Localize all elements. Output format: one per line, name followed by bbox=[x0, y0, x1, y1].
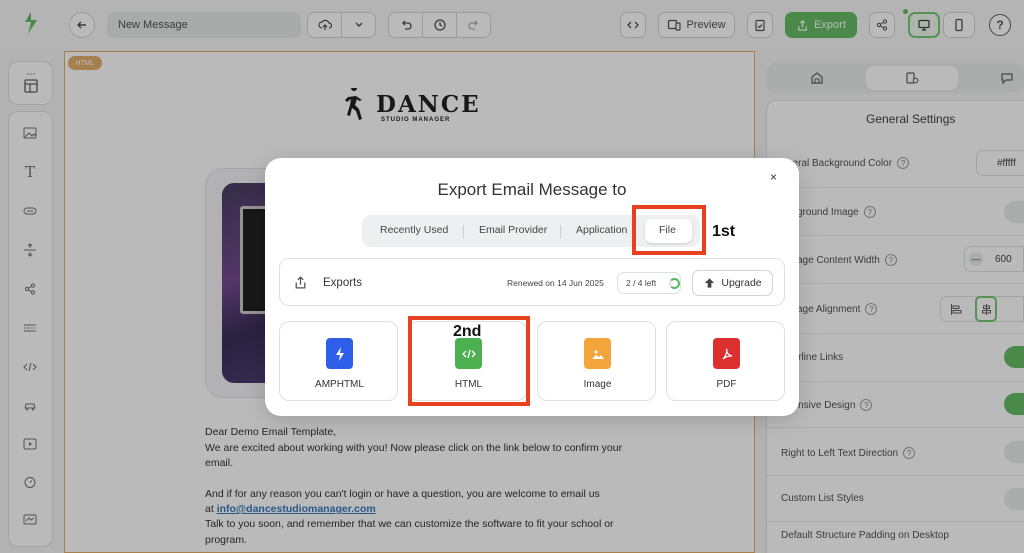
cloud-upgrade-icon bbox=[705, 278, 715, 288]
annotation-highlight-file-tab bbox=[632, 205, 706, 255]
format-card-amphtml[interactable]: AMPHTML bbox=[279, 321, 398, 401]
amp-lightning-icon bbox=[326, 338, 353, 369]
image-file-icon bbox=[584, 338, 611, 369]
format-card-image[interactable]: Image bbox=[537, 321, 656, 401]
exports-label: Exports bbox=[323, 277, 362, 289]
modal-title: Export Email Message to bbox=[437, 180, 627, 199]
share-upload-icon bbox=[295, 276, 306, 289]
quota-progress-ring bbox=[669, 278, 680, 289]
format-label: PDF bbox=[716, 379, 737, 390]
format-label: AMPHTML bbox=[315, 379, 364, 390]
upgrade-button[interactable]: Upgrade bbox=[692, 270, 773, 296]
exports-remaining-badge: 2 / 4 left bbox=[617, 272, 681, 294]
pdf-acrobat-icon bbox=[713, 338, 740, 369]
tab-recently-used[interactable]: Recently Used bbox=[380, 224, 448, 236]
format-card-pdf[interactable]: PDF bbox=[666, 321, 785, 401]
annotation-step-1: 1st bbox=[712, 223, 736, 240]
tab-divider bbox=[560, 225, 561, 238]
exports-remaining-text: 2 / 4 left bbox=[626, 278, 657, 288]
close-icon[interactable]: × bbox=[770, 170, 777, 184]
tab-divider bbox=[463, 225, 464, 238]
tab-email-provider[interactable]: Email Provider bbox=[479, 224, 547, 236]
format-label: Image bbox=[583, 379, 612, 390]
tab-application[interactable]: Application bbox=[576, 224, 627, 236]
renewal-date: Renewed on 14 Jun 2025 bbox=[507, 278, 604, 288]
export-modal: Export Email Message to × Recently Used … bbox=[265, 158, 799, 416]
upgrade-label: Upgrade bbox=[721, 277, 762, 289]
annotation-step-2: 2nd bbox=[453, 323, 482, 340]
